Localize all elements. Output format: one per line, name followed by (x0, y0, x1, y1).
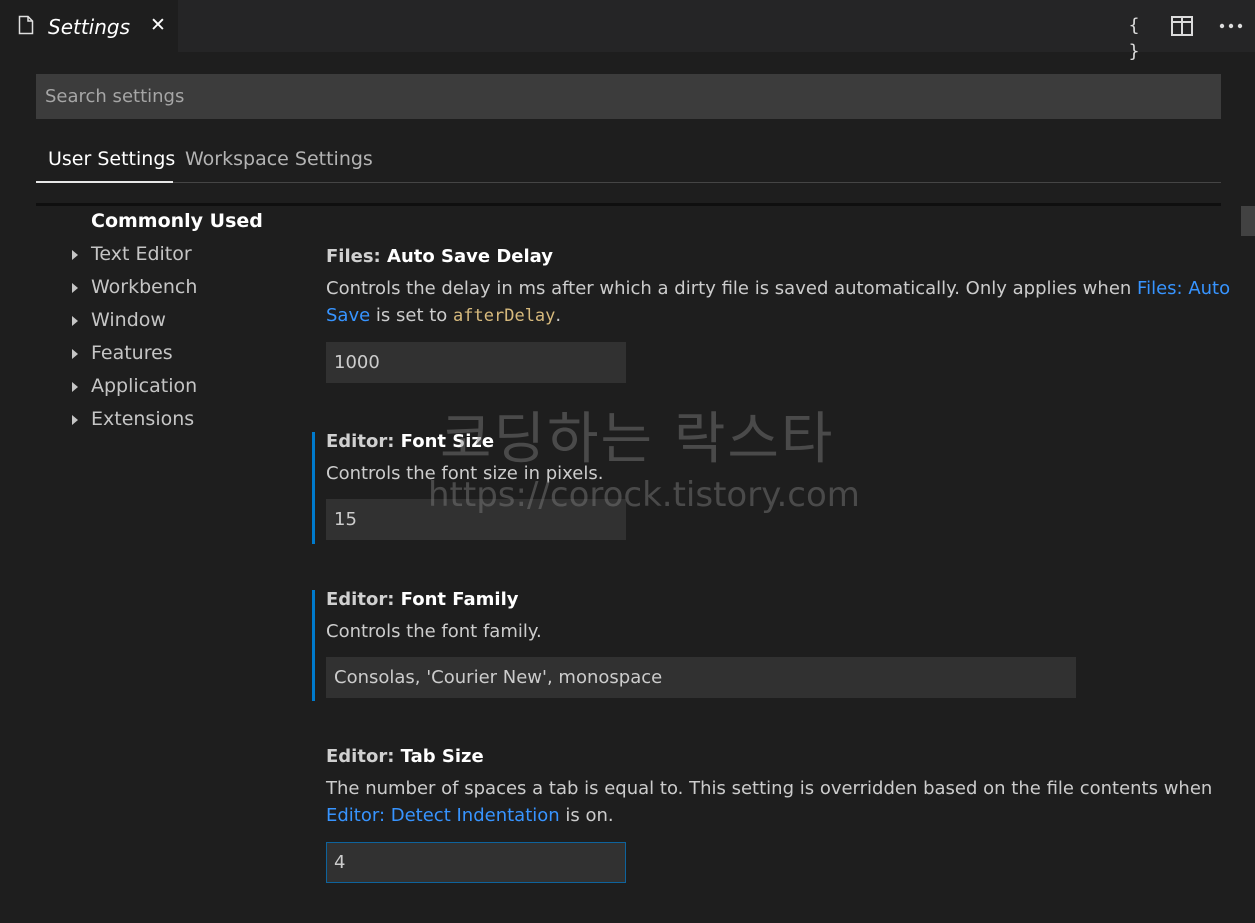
toc-item-window[interactable]: Window (70, 307, 270, 335)
settings-scope-tabs: User Settings Workspace Settings (36, 139, 1221, 183)
setting-title: Files: Auto Save Delay (326, 246, 553, 267)
chevron-right-icon (72, 283, 78, 293)
setting-link-detect-indentation[interactable]: Editor: Detect Indentation (326, 805, 560, 826)
toc-item-extensions[interactable]: Extensions (70, 406, 270, 434)
toc-item-label: Workbench (91, 276, 198, 298)
setting-editor-tab-size: Editor: Tab Size The number of spaces a … (312, 744, 1232, 884)
setting-title: Editor: Tab Size (326, 746, 484, 767)
setting-description: Controls the delay in ms after which a d… (326, 278, 1231, 326)
split-editor-icon[interactable] (1170, 13, 1194, 39)
editor-tab-bar: Settings ✕ { } (0, 0, 1255, 62)
settings-tab[interactable]: Settings ✕ (0, 0, 178, 52)
auto-save-delay-input[interactable] (326, 342, 626, 383)
close-icon[interactable]: ✕ (149, 14, 167, 36)
divider (36, 203, 1221, 206)
toc-item-label: Features (91, 342, 173, 364)
chevron-right-icon (72, 382, 78, 392)
scrollbar-thumb[interactable] (1241, 206, 1255, 236)
toc-item-application[interactable]: Application (70, 373, 270, 401)
toc-item-features[interactable]: Features (70, 340, 270, 368)
setting-files-auto-save-delay: Files: Auto Save Delay Controls the dela… (312, 244, 1232, 384)
toc-item-text-editor[interactable]: Text Editor (70, 241, 270, 269)
setting-description: Controls the font family. (326, 621, 542, 642)
more-actions-icon[interactable] (1218, 13, 1244, 39)
toc-item-workbench[interactable]: Workbench (70, 274, 270, 302)
toc-item-label: Application (91, 375, 198, 397)
open-settings-json-icon[interactable]: { } (1123, 13, 1145, 62)
toc-item-label: Window (91, 309, 166, 331)
chevron-right-icon (72, 349, 78, 359)
watermark-url: https://corock.tistory.com (428, 475, 860, 515)
font-family-input[interactable] (326, 657, 1076, 698)
watermark-title: 코딩하는 락스타 (440, 407, 835, 472)
toc-item-label: Extensions (91, 408, 195, 430)
tab-title: Settings (48, 15, 131, 39)
search-input[interactable] (36, 74, 1221, 119)
chevron-right-icon (72, 415, 78, 425)
tab-workspace-settings[interactable]: Workspace Settings (185, 139, 373, 183)
tab-size-input[interactable] (326, 842, 626, 883)
toc-item-label: Text Editor (91, 243, 192, 265)
chevron-right-icon (72, 316, 78, 326)
tab-user-settings[interactable]: User Settings (36, 139, 175, 183)
toc-commonly-used[interactable]: Commonly Used (91, 208, 263, 234)
file-icon (18, 15, 34, 35)
setting-title: Editor: Font Family (326, 589, 519, 610)
setting-description: The number of spaces a tab is equal to. … (326, 778, 1213, 826)
setting-editor-font-family: Editor: Font Family Controls the font fa… (312, 589, 1232, 701)
chevron-right-icon (72, 250, 78, 260)
